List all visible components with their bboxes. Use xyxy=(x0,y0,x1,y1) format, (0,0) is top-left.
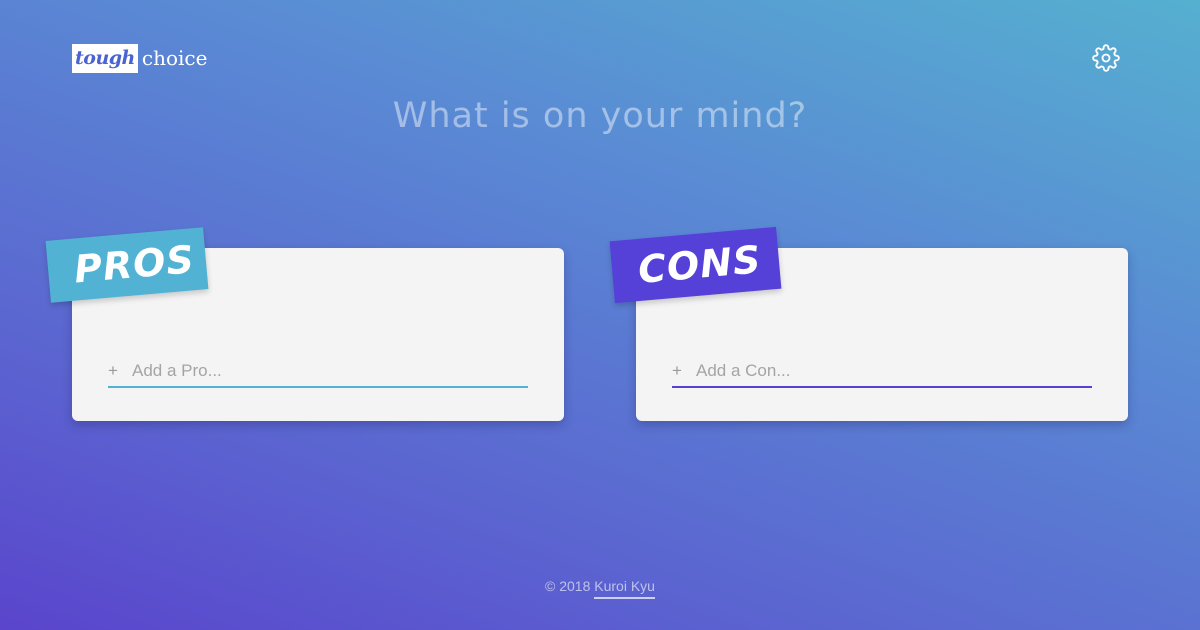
add-con-plus-icon: + xyxy=(672,361,682,380)
settings-button[interactable] xyxy=(1092,44,1120,72)
gear-icon xyxy=(1092,44,1120,72)
footer: © 2018 Kuroi Kyu xyxy=(0,578,1200,599)
pros-card: PROS + xyxy=(45,227,564,421)
logo-choice-text: choice xyxy=(141,46,208,70)
add-con-input[interactable] xyxy=(696,361,1092,381)
page-title: What is on your mind? xyxy=(392,96,808,136)
app-logo[interactable]: tough choice xyxy=(72,43,207,73)
copyright-text: © 2018 xyxy=(545,578,591,594)
add-pro-input[interactable] xyxy=(132,361,528,381)
pros-label: PROS xyxy=(45,227,209,303)
add-pro-plus-icon: + xyxy=(108,361,118,380)
logo-tough-text: tough xyxy=(72,43,138,73)
pros-input-row[interactable]: + xyxy=(108,356,528,388)
author-link[interactable]: Kuroi Kyu xyxy=(594,578,655,599)
cons-card: CONS + xyxy=(609,226,1128,421)
cons-label: CONS xyxy=(609,226,782,304)
cons-input-row[interactable]: + xyxy=(672,356,1092,388)
